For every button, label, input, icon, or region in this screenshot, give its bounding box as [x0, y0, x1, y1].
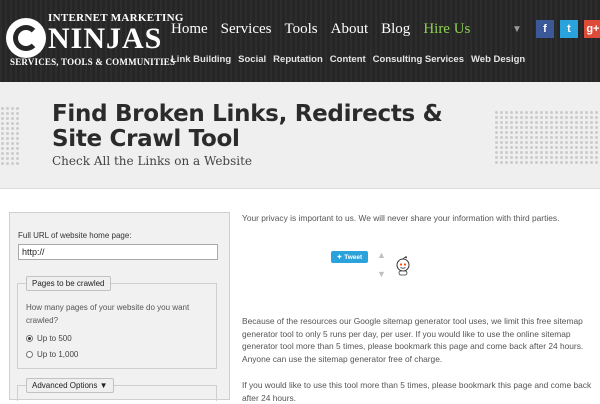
- site-logo[interactable]: INTERNET MARKETING NINJAS SERVICES, TOOL…: [6, 8, 183, 70]
- reddit-alien-icon[interactable]: [394, 256, 412, 276]
- social-links: ▼ f t g+: [512, 20, 600, 38]
- tweet-label: Tweet: [344, 253, 363, 261]
- nav-hire-us[interactable]: Hire Us: [423, 21, 470, 38]
- crawl-form-panel: Full URL of website home page: http:// P…: [9, 212, 230, 401]
- usage-limit-text: Because of the resources our Google site…: [242, 316, 584, 364]
- radio-up-to-500[interactable]: Up to 500: [26, 334, 72, 343]
- nav-consulting-services[interactable]: Consulting Services: [373, 54, 464, 65]
- bookmark-text: If you would like to use this tool more …: [242, 380, 592, 403]
- logo-tagline-bottom: SERVICES, TOOLS & COMMUNITIES: [10, 57, 176, 67]
- nav-social[interactable]: Social: [238, 54, 266, 65]
- nav-link-building[interactable]: Link Building: [171, 54, 231, 65]
- site-header: INTERNET MARKETING NINJAS SERVICES, TOOL…: [0, 0, 600, 82]
- dot-pattern-right: [494, 110, 600, 166]
- google-plus-icon[interactable]: g+: [583, 20, 600, 38]
- logo-swirl-icon: [6, 18, 46, 58]
- page-title: Find Broken Links, Redirects & Site Craw…: [52, 101, 443, 152]
- advanced-options-toggle[interactable]: Advanced Options ▼: [26, 378, 114, 393]
- nav-blog[interactable]: Blog: [381, 21, 410, 38]
- nav-content[interactable]: Content: [330, 54, 366, 65]
- arrow-down-icon[interactable]: ▼: [377, 269, 386, 279]
- dot-pattern-left: [0, 106, 20, 166]
- privacy-text: Your privacy is important to us. We will…: [242, 213, 560, 223]
- nav-about[interactable]: About: [331, 21, 369, 38]
- twitter-icon[interactable]: t: [559, 20, 578, 38]
- hero-banner: Find Broken Links, Redirects & Site Craw…: [0, 82, 600, 189]
- logo-wordmark: NINJAS: [48, 22, 163, 55]
- advanced-options-label: Advanced Options: [32, 381, 98, 390]
- chevron-down-icon[interactable]: ▼: [512, 24, 522, 35]
- radio-label-1000: Up to 1,000: [37, 350, 79, 359]
- nav-tools[interactable]: Tools: [285, 21, 318, 38]
- radio-unselected-icon: [26, 351, 33, 358]
- pages-legend: Pages to be crawled: [26, 276, 111, 291]
- url-input[interactable]: http://: [18, 244, 218, 260]
- nav-web-design[interactable]: Web Design: [471, 54, 525, 65]
- primary-nav: Home Services Tools About Blog Hire Us: [171, 21, 483, 38]
- page-subtitle: Check All the Links on a Website: [52, 154, 253, 168]
- nav-reputation[interactable]: Reputation: [273, 54, 323, 65]
- nav-services[interactable]: Services: [221, 21, 272, 38]
- radio-up-to-1000[interactable]: Up to 1,000: [26, 350, 78, 359]
- secondary-nav: Link Building Social Reputation Content …: [171, 54, 532, 65]
- nav-home[interactable]: Home: [171, 21, 208, 38]
- arrow-up-icon[interactable]: ▲: [377, 250, 386, 260]
- radio-selected-icon: [26, 335, 33, 342]
- tweet-button[interactable]: ✦ Tweet: [331, 251, 368, 263]
- caret-down-icon: ▼: [99, 381, 108, 390]
- radio-label-500: Up to 500: [37, 334, 72, 343]
- twitter-bird-icon: ✦: [336, 254, 343, 261]
- url-label: Full URL of website home page:: [18, 231, 132, 240]
- facebook-icon[interactable]: f: [535, 20, 554, 38]
- pages-question: How many pages of your website do you wa…: [26, 303, 190, 325]
